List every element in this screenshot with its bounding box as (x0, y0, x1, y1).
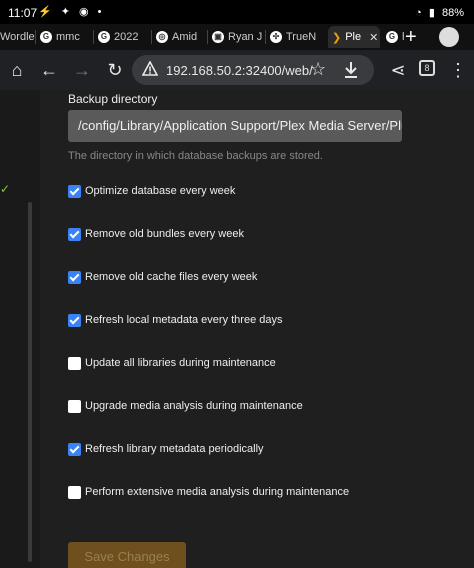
option-label: Optimize database every week (85, 185, 236, 197)
option-refresh-library-metadata[interactable]: Refresh library metadata periodically (68, 441, 264, 457)
tab-0[interactable]: Wordle (0, 26, 36, 48)
option-optimize-database[interactable]: Optimize database every week (68, 183, 235, 199)
incognito-avatar-icon[interactable] (439, 27, 459, 47)
status-right: ◔ ▮ 88% (411, 6, 464, 19)
option-update-all-libraries[interactable]: Update all libraries during maintenance (68, 355, 276, 371)
more-menu-icon[interactable]: ⋮ (446, 58, 470, 82)
tab-label: Wordle (0, 31, 35, 43)
site-icon: ◎ (156, 31, 168, 43)
google-icon: G (40, 31, 52, 43)
signal-icon: ▮ (428, 7, 435, 19)
tab-label: Ryan J (228, 31, 263, 43)
option-upgrade-media-analysis[interactable]: Upgrade media analysis during maintenanc… (68, 398, 303, 414)
option-extensive-media-analysis[interactable]: Perform extensive media analysis during … (68, 484, 349, 500)
share-icon[interactable]: ⋖ (386, 58, 410, 82)
tab-strip: Wordle Gmmc G 2022 ◎ Amid ▣ Ryan J ✣ TrueN ❯… (0, 24, 474, 50)
checkbox[interactable] (68, 270, 81, 284)
home-icon[interactable]: ⌂ (5, 58, 29, 82)
tab-label: Amid (172, 31, 198, 43)
not-secure-warning-icon[interactable] (142, 61, 158, 77)
checkbox[interactable] (68, 313, 81, 327)
option-label: Perform extensive media analysis during … (85, 486, 350, 498)
tab-1[interactable]: Gmmc (40, 26, 94, 48)
save-changes-button[interactable]: Save Changes (68, 542, 186, 568)
site-icon: ▣ (212, 31, 224, 43)
battery-level: 88% (441, 7, 464, 19)
option-refresh-local-metadata[interactable]: Refresh local metadata every three days (68, 312, 283, 328)
checkbox[interactable] (68, 399, 81, 413)
backup-directory-help: The directory in which database backups … (68, 150, 323, 162)
status-notification-icons: ⚡ ✦ ◉ • (38, 6, 105, 18)
backup-directory-label: Backup directory (68, 92, 158, 106)
scrollbar[interactable] (28, 202, 32, 562)
option-label: Update all libraries during maintenance (85, 357, 276, 369)
forward-icon[interactable]: → (70, 58, 94, 82)
url-text[interactable]: 192.168.50.2:32400/web/ (166, 63, 313, 78)
close-tab-icon[interactable]: ✕ (369, 31, 378, 44)
tab-3[interactable]: ◎ Amid (156, 26, 208, 48)
tab-4[interactable]: ▣ Ryan J (212, 26, 266, 48)
truenas-icon: ✣ (270, 31, 282, 43)
checkbox[interactable] (68, 184, 81, 198)
address-bar[interactable]: 192.168.50.2:32400/web/ ☆ (132, 55, 374, 85)
checkmark-icon: ✓ (0, 182, 11, 196)
option-label: Refresh local metadata every three days (85, 314, 283, 326)
option-label: Upgrade media analysis during maintenanc… (85, 400, 303, 412)
tab-label: he (402, 31, 404, 43)
browser-toolbar: ⌂ ← → ↻ 192.168.50.2:32400/web/ ☆ ⋖ 8 ⋮ (0, 50, 474, 90)
tab-label: 2022 (114, 31, 139, 43)
google-icon: G (386, 31, 398, 43)
tab-6-active[interactable]: ❯ Ple ✕ (328, 26, 380, 48)
status-time: 11:07 (8, 6, 38, 20)
tab-5[interactable]: ✣ TrueN (270, 26, 326, 48)
bookmark-star-icon[interactable]: ☆ (310, 59, 326, 80)
wifi-icon: ◔ (415, 7, 422, 19)
tab-2[interactable]: G 2022 (98, 26, 152, 48)
checkbox[interactable] (68, 356, 81, 370)
option-label: Remove old bundles every week (85, 228, 244, 240)
tab-label: mmc (56, 31, 80, 43)
tab-switcher-button[interactable]: 8 (419, 60, 435, 76)
plex-settings-page: ✓ Backup directory /config/Library/Appli… (0, 90, 474, 568)
option-remove-old-cache[interactable]: Remove old cache files every week (68, 269, 257, 285)
checkbox[interactable] (68, 485, 81, 499)
backup-directory-input[interactable]: /config/Library/Application Support/Plex… (68, 110, 402, 142)
download-icon[interactable] (343, 60, 359, 80)
tab-label: TrueN (286, 31, 317, 43)
back-icon[interactable]: ← (37, 58, 61, 82)
settings-sidebar: ✓ (0, 90, 40, 568)
plex-icon: ❯ (332, 31, 342, 44)
checkbox[interactable] (68, 227, 81, 241)
new-tab-icon[interactable]: + (405, 27, 417, 47)
reload-icon[interactable]: ↻ (103, 58, 127, 82)
checkbox[interactable] (68, 442, 81, 456)
tab-7[interactable]: Ghe (386, 26, 404, 48)
tab-label: Ple (345, 31, 362, 43)
status-bar: 11:07 ⚡ ✦ ◉ • ◔ ▮ 88% (0, 0, 474, 24)
google-icon: G (98, 31, 110, 43)
option-remove-old-bundles[interactable]: Remove old bundles every week (68, 226, 244, 242)
option-label: Remove old cache files every week (85, 271, 258, 283)
option-label: Refresh library metadata periodically (85, 443, 264, 455)
